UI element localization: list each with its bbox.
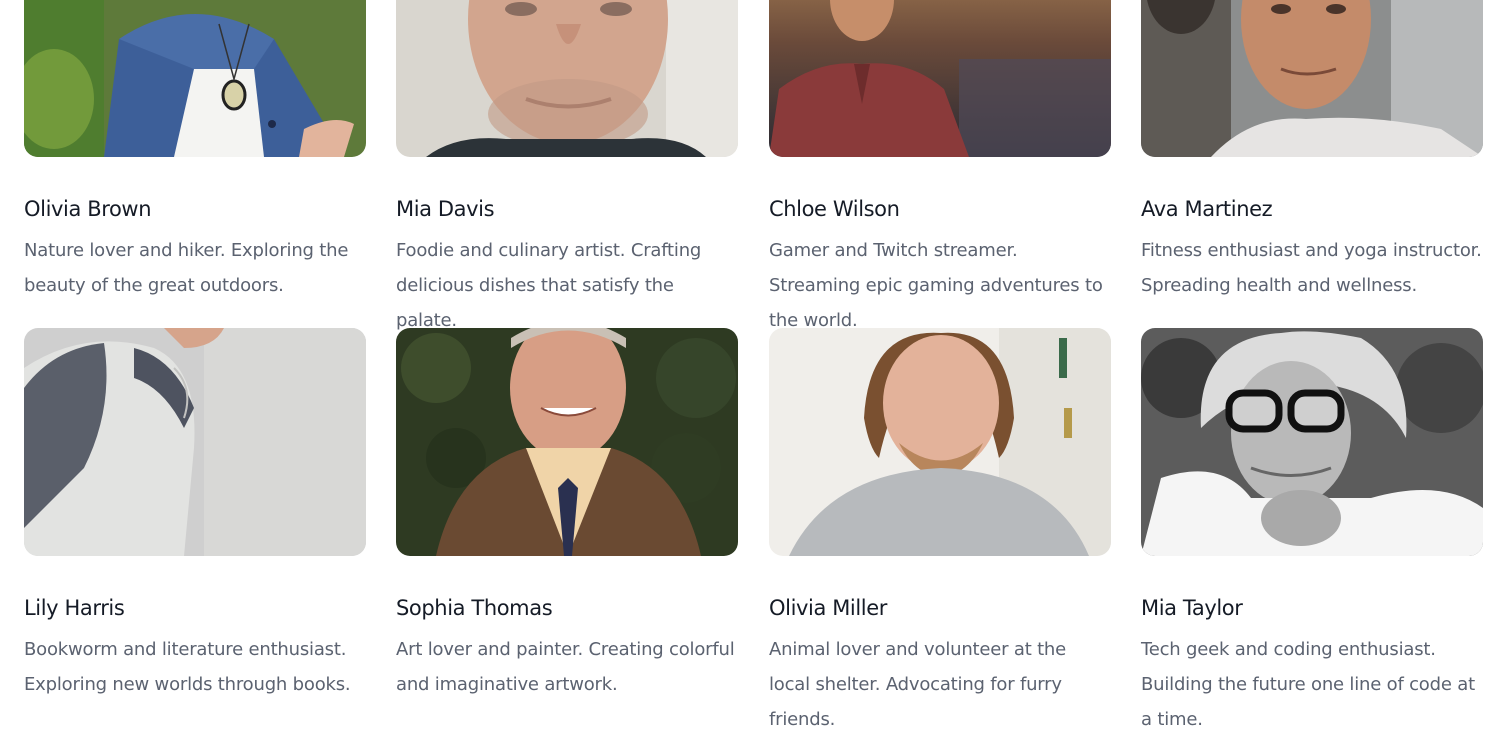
portrait-woman-denim-jacket-icon (24, 0, 366, 157)
team-card[interactable]: Mia Davis Foodie and culinary artist. Cr… (396, 0, 738, 338)
person-name: Lily Harris (24, 596, 125, 620)
team-card[interactable]: Olivia Miller Animal lover and volunteer… (769, 328, 1111, 737)
portrait-man-grey-sweater-icon (769, 328, 1111, 556)
team-card[interactable]: Ava Martinez Fitness enthusiast and yoga… (1141, 0, 1483, 303)
person-bio: Fitness enthusiast and yoga instructor. … (1141, 240, 1482, 296)
person-name: Mia Davis (396, 197, 495, 221)
person-bio: Animal lover and volunteer at the local … (769, 639, 1067, 730)
portrait-man-raglan-shirt-icon (24, 328, 366, 556)
team-card[interactable]: Sophia Thomas Art lover and painter. Cre… (396, 328, 738, 702)
team-card[interactable]: Chloe Wilson Gamer and Twitch streamer. … (769, 0, 1111, 338)
person-bio: Foodie and culinary artist. Crafting del… (396, 240, 702, 331)
person-name: Sophia Thomas (396, 596, 553, 620)
person-bio: Bookworm and literature enthusiast. Expl… (24, 639, 351, 695)
person-name: Chloe Wilson (769, 197, 900, 221)
team-card[interactable]: Mia Taylor Tech geek and coding enthusia… (1141, 328, 1483, 737)
team-card[interactable]: Olivia Brown Nature lover and hiker. Exp… (24, 0, 366, 303)
portrait-man-red-shirt-icon (769, 0, 1111, 157)
person-name: Olivia Miller (769, 596, 887, 620)
person-name: Ava Martinez (1141, 197, 1273, 221)
person-name: Olivia Brown (24, 197, 152, 221)
person-bio: Gamer and Twitch streamer. Streaming epi… (769, 240, 1103, 331)
person-bio: Art lover and painter. Creating colorful… (396, 639, 735, 695)
portrait-man-glasses-bw-icon (1141, 328, 1483, 556)
person-name: Mia Taylor (1141, 596, 1243, 620)
portrait-man-closeup-smile-icon (396, 0, 738, 157)
portrait-man-grey-tshirt-icon (1141, 0, 1483, 157)
portrait-man-tweed-jacket-icon (396, 328, 738, 556)
team-card[interactable]: Lily Harris Bookworm and literature enth… (24, 328, 366, 702)
person-bio: Tech geek and coding enthusiast. Buildin… (1141, 639, 1475, 730)
person-bio: Nature lover and hiker. Exploring the be… (24, 240, 349, 296)
